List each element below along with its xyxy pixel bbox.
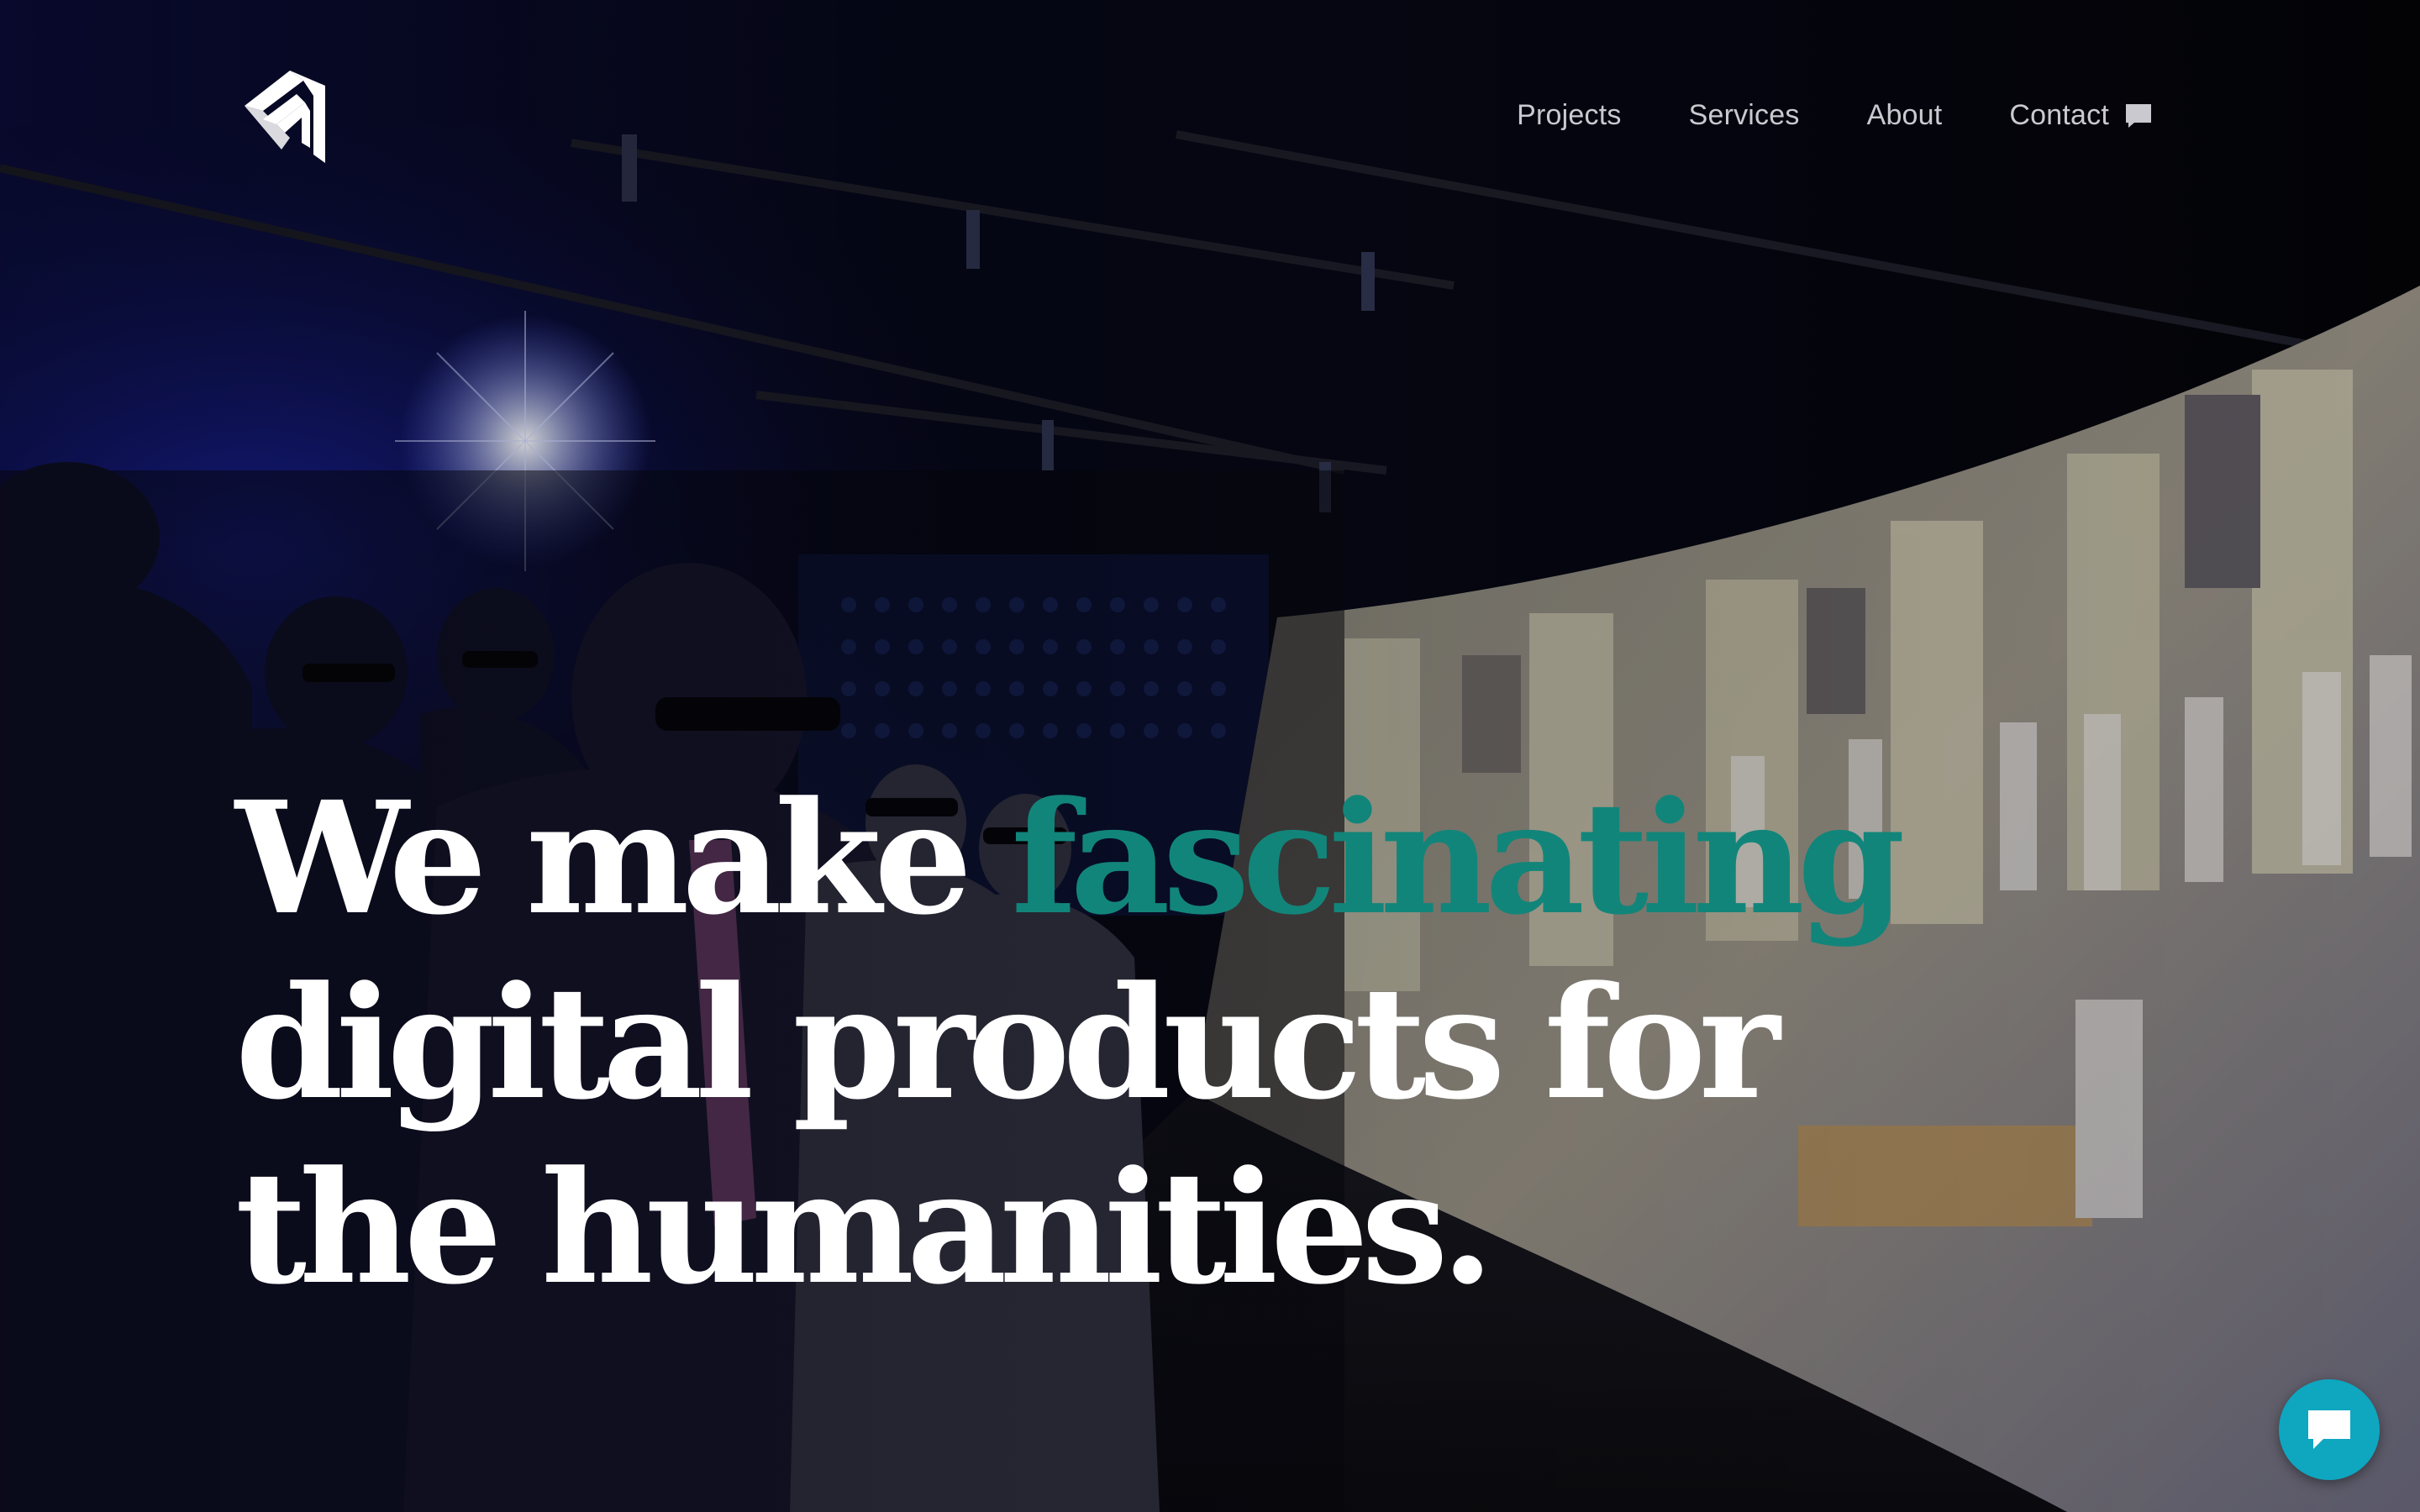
headline-accent-word: fascinating <box>1011 768 1905 949</box>
headline-line-3: the humanities. <box>235 1137 1495 1319</box>
hero-headline: We make fascinating digital products for… <box>235 766 1906 1320</box>
headline-line-2: digital products for <box>235 953 1781 1134</box>
nav-services-link[interactable]: Services <box>1689 99 1800 132</box>
chat-bubble-icon <box>2126 103 2151 128</box>
nav-projects-link[interactable]: Projects <box>1517 99 1621 132</box>
chat-widget-button[interactable] <box>2279 1379 2380 1480</box>
page: Projects Services About Contact We make … <box>0 0 2420 1512</box>
nav-contact-link[interactable]: Contact <box>2009 99 2153 132</box>
headline-line-1: We make fascinating <box>235 766 1906 951</box>
main-navigation: Projects Services About Contact <box>1517 99 2153 132</box>
nav-contact-label: Contact <box>2009 99 2109 131</box>
nav-about-link[interactable]: About <box>1867 99 1943 132</box>
chat-bubble-icon <box>2308 1410 2350 1449</box>
studio-logo-icon[interactable] <box>238 67 332 166</box>
headline-line-1-prefix: We make <box>235 768 1012 949</box>
